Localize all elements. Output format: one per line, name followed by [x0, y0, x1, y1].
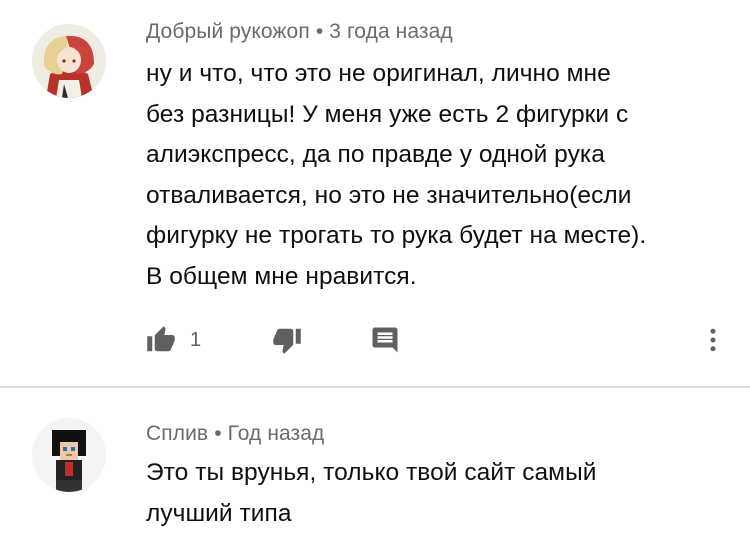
like-button[interactable]: 1 — [146, 320, 201, 360]
meta-separator: • — [214, 422, 222, 445]
author-name[interactable]: Сплив — [146, 422, 208, 445]
reply-comment-icon — [370, 325, 400, 355]
comment-text: Это ты врунья, только твой сайт самый лу… — [146, 453, 731, 534]
avatar[interactable] — [32, 24, 106, 98]
comment-line: алиэкспресс, да по правде у одной рука — [146, 141, 605, 169]
avatar[interactable] — [32, 418, 106, 492]
dislike-button[interactable] — [272, 320, 302, 360]
comment-time[interactable]: 3 года назад — [329, 20, 453, 43]
comment-line: лучший типа — [146, 499, 292, 527]
comment-line: без разницы! У меня уже есть 2 фигурки с — [146, 100, 629, 128]
comment-line: отваливается, но это не значительно(если — [146, 181, 632, 209]
comment-text: ну и что, что это не оригинал, лично мне… — [146, 54, 731, 298]
comment-line: В общем мне нравится. — [146, 262, 417, 290]
comment-line: ну и что, что это не оригинал, лично мне — [146, 60, 611, 87]
reply-button[interactable] — [370, 320, 400, 360]
comment-1: Добрый рукожоп • 3 года назад ну и что, чт… — [0, 0, 750, 386]
meta-separator: • — [315, 20, 324, 43]
comment-meta: Добрый рукожоп • 3 года назад — [146, 20, 453, 44]
more-vertical-icon — [698, 325, 728, 355]
comment-actions: 1 — [146, 320, 736, 360]
like-count: 1 — [190, 328, 202, 351]
comment-2: Сплив • Год назад Это ты врунья, только тв… — [0, 388, 750, 548]
author-name[interactable]: Добрый рукожоп — [146, 20, 310, 43]
thumbs-up-icon — [146, 325, 176, 355]
thumbs-down-icon — [272, 325, 302, 355]
comment-time[interactable]: Год назад — [228, 422, 325, 445]
more-options-button[interactable] — [698, 320, 728, 360]
comment-line: Это ты врунья, только твой сайт самый — [146, 459, 597, 486]
pixel-character-avatar-icon — [32, 418, 106, 492]
anime-avatar-icon — [32, 24, 106, 98]
comment-meta: Сплив • Год назад — [146, 422, 324, 446]
comment-line: фигурку не трогать то рука будет на мест… — [146, 222, 647, 250]
